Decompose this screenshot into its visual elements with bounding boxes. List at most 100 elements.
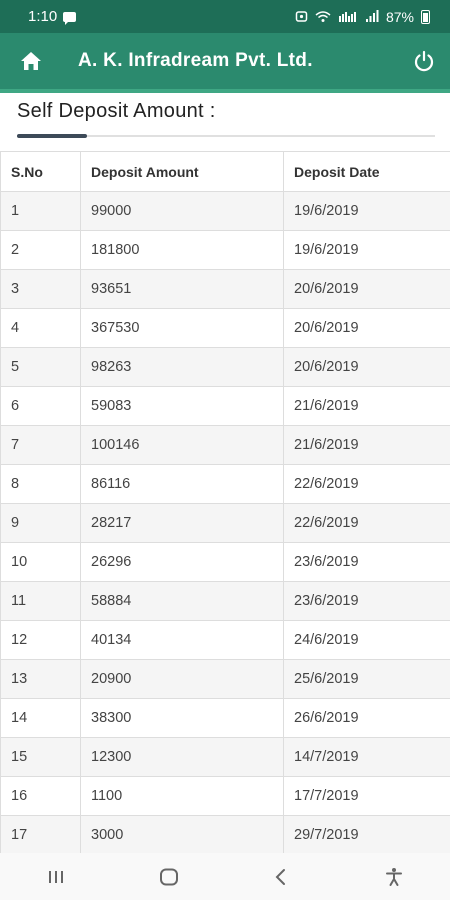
- table-row: 13 20900 25/6/2019: [0, 659, 450, 699]
- cell-deposit-amount: 98263: [80, 347, 284, 387]
- table-row: 14 38300 26/6/2019: [0, 698, 450, 738]
- cell-sno: 8: [0, 464, 81, 504]
- status-time: 1:10: [28, 8, 58, 25]
- cell-deposit-date: 20/6/2019: [283, 308, 450, 348]
- accessibility-button[interactable]: [364, 857, 424, 897]
- table-row: 4 367530 20/6/2019: [0, 308, 450, 348]
- cell-sno: 9: [0, 503, 81, 543]
- table-row: 8 86116 22/6/2019: [0, 464, 450, 504]
- cell-sno: 17: [0, 815, 81, 853]
- header-deposit-amount: Deposit Amount: [80, 151, 284, 192]
- cell-sno: 10: [0, 542, 81, 582]
- cell-deposit-date: 23/6/2019: [283, 542, 450, 582]
- cell-sno: 7: [0, 425, 81, 465]
- volte-icon: [338, 12, 356, 22]
- cell-deposit-date: 29/7/2019: [283, 815, 450, 853]
- table-row: 16 1100 17/7/2019: [0, 776, 450, 816]
- cell-deposit-amount: 26296: [80, 542, 284, 582]
- cell-sno: 16: [0, 776, 81, 816]
- cell-sno: 13: [0, 659, 81, 699]
- cell-deposit-amount: 181800: [80, 230, 284, 270]
- table-row: 1 99000 19/6/2019: [0, 191, 450, 231]
- table-body: 1 99000 19/6/2019 2 181800 19/6/2019 3 93651 20/…: [0, 191, 450, 853]
- table-row: 5 98263 20/6/2019: [0, 347, 450, 387]
- table-row: 2 181800 19/6/2019: [0, 230, 450, 270]
- signal-icon: [365, 10, 379, 22]
- home-icon: [21, 52, 41, 70]
- deposit-table-container[interactable]: S.No Deposit Amount Deposit Date 1 99000 1…: [0, 151, 450, 853]
- cell-deposit-amount: 3000: [80, 815, 284, 853]
- battery-icon: [421, 9, 430, 24]
- system-nav-bar: [0, 853, 450, 900]
- cell-deposit-amount: 58884: [80, 581, 284, 621]
- cell-sno: 14: [0, 698, 81, 738]
- cell-deposit-date: 25/6/2019: [283, 659, 450, 699]
- app-title: A. K. Infradream Pvt. Ltd.: [78, 50, 313, 71]
- cell-deposit-date: 23/6/2019: [283, 581, 450, 621]
- battery-percent: 87%: [385, 8, 414, 25]
- cell-sno: 2: [0, 230, 81, 270]
- cell-sno: 15: [0, 737, 81, 777]
- cell-deposit-amount: 86116: [80, 464, 284, 504]
- cell-sno: 1: [0, 191, 81, 231]
- cell-deposit-date: 14/7/2019: [283, 737, 450, 777]
- home-circle-icon: [159, 868, 178, 885]
- cell-deposit-amount: 59083: [80, 386, 284, 426]
- table-row: 11 58884 23/6/2019: [0, 581, 450, 621]
- section-indicator: [17, 134, 87, 138]
- table-header-row: S.No Deposit Amount Deposit Date: [0, 151, 450, 192]
- cell-deposit-amount: 38300: [80, 698, 284, 738]
- section-title: Self Deposit Amount :: [17, 100, 216, 122]
- table-row: 3 93651 20/6/2019: [0, 269, 450, 309]
- app-bar: A. K. Infradream Pvt. Ltd.: [0, 33, 450, 89]
- cell-deposit-date: 19/6/2019: [283, 191, 450, 231]
- header-sno: S.No: [0, 151, 81, 192]
- logout-button[interactable]: [398, 33, 450, 89]
- wifi-icon: [315, 11, 331, 22]
- cell-sno: 4: [0, 308, 81, 348]
- table-row: 17 3000 29/7/2019: [0, 815, 450, 853]
- cell-deposit-amount: 20900: [80, 659, 284, 699]
- cell-deposit-date: 21/6/2019: [283, 386, 450, 426]
- cell-deposit-date: 22/6/2019: [283, 503, 450, 543]
- message-icon: [63, 11, 77, 25]
- cell-sno: 12: [0, 620, 81, 660]
- cell-deposit-date: 26/6/2019: [283, 698, 450, 738]
- table-row: 10 26296 23/6/2019: [0, 542, 450, 582]
- header-deposit-date: Deposit Date: [283, 151, 450, 192]
- status-bar: 1:10 87%: [0, 0, 450, 33]
- recent-apps-icon: [49, 870, 64, 883]
- cell-deposit-date: 17/7/2019: [283, 776, 450, 816]
- table-row: 6 59083 21/6/2019: [0, 386, 450, 426]
- cell-deposit-amount: 12300: [80, 737, 284, 777]
- cell-deposit-date: 22/6/2019: [283, 464, 450, 504]
- table-row: 7 100146 21/6/2019: [0, 425, 450, 465]
- cell-deposit-amount: 93651: [80, 269, 284, 309]
- cell-deposit-date: 21/6/2019: [283, 425, 450, 465]
- home-nav-button[interactable]: [139, 857, 199, 897]
- cell-deposit-date: 20/6/2019: [283, 269, 450, 309]
- cell-deposit-amount: 367530: [80, 308, 284, 348]
- accessibility-icon: [385, 867, 402, 886]
- cell-deposit-amount: 40134: [80, 620, 284, 660]
- status-right: 87%: [295, 9, 430, 25]
- app-bar-accent: [0, 89, 450, 93]
- recent-apps-button[interactable]: [26, 857, 86, 897]
- cell-sno: 3: [0, 269, 81, 309]
- cell-sno: 11: [0, 581, 81, 621]
- back-button[interactable]: [251, 857, 311, 897]
- cell-deposit-date: 24/6/2019: [283, 620, 450, 660]
- cell-deposit-date: 19/6/2019: [283, 230, 450, 270]
- home-button[interactable]: [0, 33, 62, 89]
- cell-deposit-amount: 28217: [80, 503, 284, 543]
- table-row: 9 28217 22/6/2019: [0, 503, 450, 543]
- table-row: 15 12300 14/7/2019: [0, 737, 450, 777]
- status-left: 1:10: [28, 8, 77, 25]
- deposit-table: S.No Deposit Amount Deposit Date 1 99000 1…: [0, 151, 450, 853]
- back-icon: [275, 868, 286, 885]
- cell-sno: 6: [0, 386, 81, 426]
- cell-sno: 5: [0, 347, 81, 387]
- cell-deposit-amount: 1100: [80, 776, 284, 816]
- alarm-icon: [295, 11, 308, 22]
- cell-deposit-amount: 100146: [80, 425, 284, 465]
